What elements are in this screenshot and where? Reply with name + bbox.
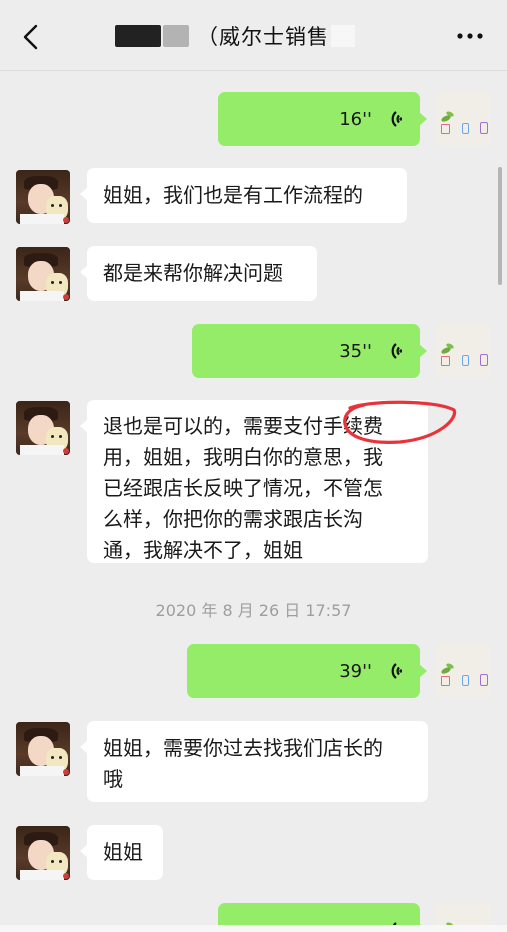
text-message-bubble[interactable]: 姐姐 <box>80 825 163 880</box>
message-line: 用，姐姐，我明白你的意思，我 <box>103 445 383 469</box>
chat-timestamp: 2020 年 8 月 26 日 17:57 <box>155 601 352 620</box>
voice-wave-icon <box>391 343 402 359</box>
redacted-name-block <box>163 25 189 47</box>
chevron-left-icon[interactable] <box>20 23 44 51</box>
message-text: 都是来帮你解决问题 <box>103 261 283 285</box>
self-avatar[interactable] <box>436 324 490 378</box>
text-message-bubble[interactable]: 姐姐，需要你过去找我们店长的 哦 <box>80 721 428 802</box>
contact-avatar[interactable] <box>16 826 70 880</box>
text-message-bubble[interactable]: 姐姐，我们也是有工作流程的 <box>80 168 407 223</box>
voice-duration: 16'' <box>339 108 372 130</box>
voice-duration: 39'' <box>339 660 372 682</box>
chat-title: （威尔士销售 <box>115 18 355 54</box>
message-line: 么样，你把你的需求跟店长沟 <box>103 507 363 531</box>
message-line: 退也是可以的，需要支付手续费 <box>103 414 383 438</box>
chat-screen: （威尔士销售 16'' 姐姐，我们也是有工作流程的 都是来帮你解决问题 35''… <box>0 0 507 932</box>
contact-avatar[interactable] <box>16 722 70 776</box>
chat-header: （威尔士销售 <box>0 0 507 71</box>
contact-avatar[interactable] <box>16 170 70 224</box>
scrollbar[interactable] <box>498 167 502 285</box>
voice-message-bubble[interactable]: 35'' <box>192 324 427 378</box>
voice-message-bubble[interactable]: 16'' <box>218 92 427 146</box>
message-line: 通，我解决不了，姐姐 <box>103 538 303 562</box>
text-message-bubble[interactable]: 都是来帮你解决问题 <box>80 246 317 301</box>
text-message-bubble[interactable]: 退也是可以的，需要支付手续费 用，姐姐，我明白你的意思，我 已经跟店长反映了情况… <box>80 400 428 563</box>
message-line: 姐姐，需要你过去找我们店长的 <box>103 736 383 760</box>
voice-wave-icon <box>391 111 402 127</box>
message-line: 已经跟店长反映了情况，不管怎 <box>103 476 383 500</box>
redacted-name-block <box>331 25 355 47</box>
message-text: 姐姐，我们也是有工作流程的 <box>103 183 363 207</box>
voice-duration: 35'' <box>339 340 372 362</box>
message-line: 哦 <box>103 767 123 791</box>
more-dots-icon[interactable] <box>455 24 485 48</box>
chat-title-text: （威尔士销售 <box>197 25 329 49</box>
message-text: 姐姐 <box>103 840 143 864</box>
voice-message-bubble[interactable]: 39'' <box>187 644 427 698</box>
self-avatar[interactable] <box>436 92 490 146</box>
bottom-edge <box>0 925 507 932</box>
redacted-name-block <box>115 25 161 47</box>
voice-wave-icon <box>391 663 402 679</box>
contact-avatar[interactable] <box>16 401 70 455</box>
contact-avatar[interactable] <box>16 247 70 301</box>
self-avatar[interactable] <box>436 644 490 698</box>
